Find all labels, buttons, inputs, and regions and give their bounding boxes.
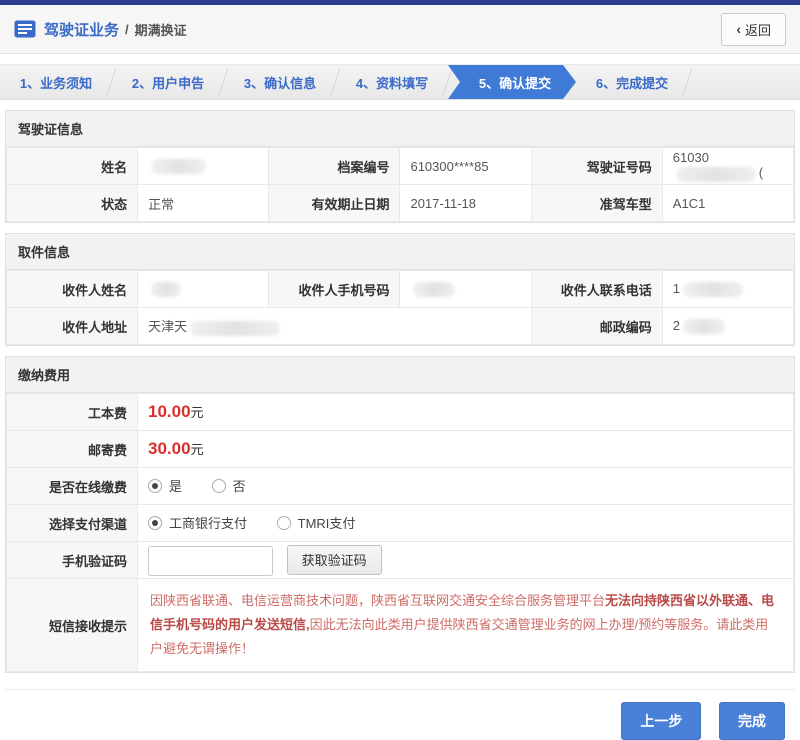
step-4-fill-materials: 4、资料填写 — [336, 65, 448, 99]
step-3-confirm-info: 3、确认信息 — [224, 65, 336, 99]
license-number-value: 61030( — [661, 147, 795, 185]
pickup-info-table: 收件人姓名 收件人手机号码 收件人联系电话 1 收件人地址 天津天 邮政编码 2 — [5, 270, 795, 345]
step-2-user-declaration: 2、用户申告 — [112, 65, 224, 99]
table-row: 工本费 10.00元 — [6, 393, 794, 431]
recipient-mobile-label: 收件人手机号码 — [268, 270, 401, 308]
recipient-mobile-value — [399, 270, 532, 308]
redacted-value — [683, 319, 726, 335]
recipient-name-label: 收件人姓名 — [5, 270, 139, 308]
page-header: 驾驶证业务 / 期满换证 ‹ 返回 — [0, 5, 800, 54]
recipient-address-label: 收件人地址 — [5, 307, 139, 345]
license-section-title: 驾驶证信息 — [6, 111, 794, 147]
breadcrumb-divider: / — [125, 21, 129, 37]
footer-actions: 上一步 完成 — [5, 689, 795, 740]
recipient-tel-label: 收件人联系电话 — [530, 270, 663, 308]
license-business-icon — [14, 20, 36, 38]
payment-fee-section: 缴纳费用 工本费 10.00元 邮寄费 30.00元 是否在线缴费 是 否 选择… — [5, 356, 795, 674]
postage-fee-label: 邮寄费 — [6, 430, 138, 468]
redacted-value — [151, 282, 182, 298]
channel-icbc-label: 工商银行支付 — [169, 516, 248, 532]
online-pay-label: 是否在线缴费 — [6, 467, 138, 505]
production-fee-label: 工本费 — [6, 393, 138, 431]
step-5-confirm-submit-active: 5、确认提交 — [448, 65, 576, 99]
sms-code-label: 手机验证码 — [6, 541, 138, 579]
production-fee-value: 10.00元 — [137, 393, 794, 431]
finish-button[interactable]: 完成 — [719, 702, 785, 740]
radio-unselected-icon[interactable] — [276, 515, 291, 530]
previous-step-button[interactable]: 上一步 — [621, 702, 702, 740]
file-number-label: 档案编号 — [268, 147, 401, 185]
table-row: 是否在线缴费 是 否 — [6, 467, 794, 505]
radio-selected-icon[interactable] — [148, 515, 162, 530]
redacted-value — [413, 282, 456, 298]
table-row: 手机验证码 获取验证码 — [6, 541, 794, 579]
table-row: 状态 正常 有效期止日期 2017-11-18 准驾车型 A1C1 — [5, 184, 795, 222]
payment-fee-table: 工本费 10.00元 邮寄费 30.00元 是否在线缴费 是 否 选择支付渠道 … — [6, 393, 794, 673]
chevron-left-icon: ‹ — [736, 21, 741, 37]
file-number-value: 610300****85 — [399, 147, 532, 185]
expiry-label: 有效期止日期 — [268, 184, 401, 222]
table-row: 收件人地址 天津天 邮政编码 2 — [5, 307, 795, 345]
online-pay-yes-option[interactable]: 是 — [148, 476, 182, 495]
page-title: 驾驶证业务 — [44, 21, 120, 39]
postage-fee-amount: 30.00 — [148, 439, 191, 458]
channel-tmri-label: TMRI支付 — [297, 516, 356, 532]
online-pay-options: 是 否 — [137, 467, 794, 505]
license-number-label: 驾驶证号码 — [530, 147, 663, 185]
sms-notice-label: 短信接收提示 — [6, 577, 138, 673]
main-content: 驾驶证信息 姓名 档案编号 610300****85 驾驶证号码 61030( … — [0, 100, 800, 740]
step-filler — [688, 65, 800, 99]
license-info-table: 姓名 档案编号 610300****85 驾驶证号码 61030( 状态 正常 … — [5, 147, 795, 222]
table-row: 邮寄费 30.00元 — [6, 430, 794, 468]
redacted-value — [190, 320, 281, 336]
pay-channel-label: 选择支付渠道 — [6, 504, 138, 542]
redacted-value — [683, 282, 744, 298]
step-1-business-notice: 1、业务须知 — [0, 65, 112, 99]
postage-fee-value: 30.00元 — [137, 430, 794, 468]
table-row: 短信接收提示 因陕西省联通、电信运营商技术问题，陕西省互联网交通安全综合服务管理… — [6, 577, 794, 673]
back-button[interactable]: ‹ 返回 — [721, 12, 786, 46]
recipient-tel-value: 1 — [661, 270, 795, 308]
currency-unit: 元 — [190, 442, 204, 457]
postal-code-value: 2 — [661, 307, 795, 345]
vehicle-class-label: 准驾车型 — [530, 184, 663, 222]
sms-code-row: 获取验证码 — [137, 541, 794, 579]
sms-code-input[interactable] — [148, 545, 273, 576]
online-pay-no-label: 否 — [232, 479, 246, 495]
status-value: 正常 — [137, 184, 270, 222]
breadcrumb-current: 期满换证 — [134, 22, 187, 38]
table-row: 收件人姓名 收件人手机号码 收件人联系电话 1 — [5, 270, 795, 308]
get-sms-code-button[interactable]: 获取验证码 — [286, 544, 382, 575]
license-info-section: 驾驶证信息 姓名 档案编号 610300****85 驾驶证号码 61030( … — [5, 110, 795, 223]
currency-unit: 元 — [190, 405, 204, 420]
table-row: 姓名 档案编号 610300****85 驾驶证号码 61030( — [5, 147, 795, 185]
payment-section-title: 缴纳费用 — [6, 357, 794, 393]
name-value — [137, 147, 270, 185]
production-fee-amount: 10.00 — [148, 402, 191, 421]
name-label: 姓名 — [5, 147, 139, 185]
status-label: 状态 — [5, 184, 139, 222]
radio-unselected-icon[interactable] — [211, 478, 226, 493]
radio-selected-icon[interactable] — [148, 478, 162, 493]
sms-notice-text: 因陕西省联通、电信运营商技术问题，陕西省互联网交通安全综合服务管理平台无法向持陕… — [137, 577, 794, 673]
expiry-value: 2017-11-18 — [399, 184, 532, 222]
pickup-info-section: 取件信息 收件人姓名 收件人手机号码 收件人联系电话 1 收件人地址 天津天 邮… — [5, 233, 795, 346]
online-pay-yes-label: 是 — [169, 479, 183, 495]
back-button-label: 返回 — [744, 22, 771, 38]
channel-icbc-option[interactable]: 工商银行支付 — [148, 513, 247, 532]
redacted-value — [675, 166, 756, 182]
pay-channel-options: 工商银行支付 TMRI支付 — [137, 504, 794, 542]
step-6-complete-submit: 6、完成提交 — [576, 65, 688, 99]
redacted-value — [151, 159, 207, 175]
pickup-section-title: 取件信息 — [6, 234, 794, 270]
postal-code-label: 邮政编码 — [530, 307, 663, 345]
wizard-steps: 1、业务须知 2、用户申告 3、确认信息 4、资料填写 5、确认提交 6、完成提… — [0, 64, 800, 100]
recipient-name-value — [137, 270, 270, 308]
vehicle-class-value: A1C1 — [661, 184, 795, 222]
recipient-address-value: 天津天 — [137, 307, 532, 345]
channel-tmri-option[interactable]: TMRI支付 — [276, 513, 356, 532]
online-pay-no-option[interactable]: 否 — [211, 476, 246, 495]
table-row: 选择支付渠道 工商银行支付 TMRI支付 — [6, 504, 794, 542]
